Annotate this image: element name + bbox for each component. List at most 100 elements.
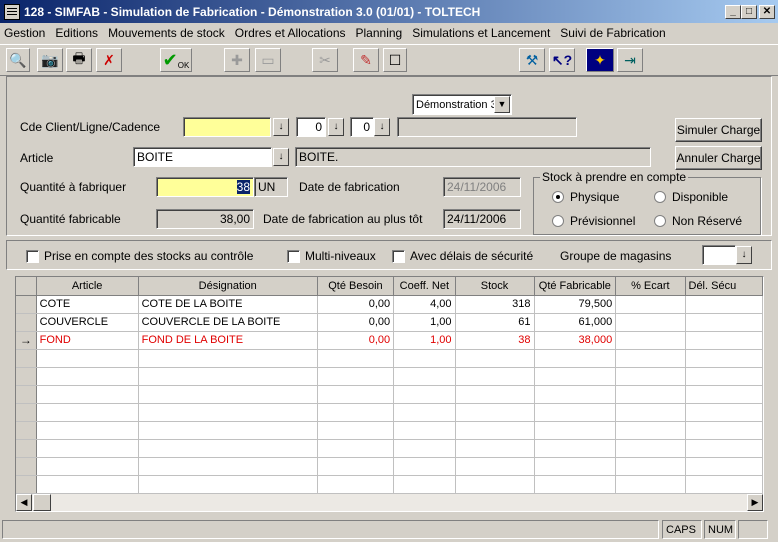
ligne-field[interactable]: 0 (296, 117, 326, 137)
table-cell[interactable] (317, 475, 395, 494)
table-cell[interactable] (36, 421, 139, 440)
table-row-empty[interactable] (16, 403, 763, 422)
table-cell[interactable]: 0,00 (317, 331, 395, 350)
menu-planning[interactable]: Planning (356, 26, 403, 40)
column-header[interactable]: % Ecart (615, 277, 686, 296)
table-cell[interactable] (138, 385, 318, 404)
qte-fab-field[interactable]: 38 (156, 177, 254, 197)
table-row-empty[interactable] (16, 439, 763, 458)
table-cell[interactable]: COTE (36, 295, 139, 314)
add-icon[interactable]: ✚ (224, 48, 250, 72)
table-cell[interactable] (138, 421, 318, 440)
column-header[interactable]: Dél. Sécu (685, 277, 763, 296)
table-cell[interactable] (685, 367, 763, 386)
camera-icon[interactable]: 📷 (37, 48, 63, 72)
menu-editions[interactable]: Editions (55, 26, 98, 40)
groupe-field[interactable] (702, 245, 736, 265)
wizard-icon[interactable]: ✦ (586, 48, 614, 72)
table-cell[interactable] (455, 403, 535, 422)
radio-physique[interactable]: Physique (552, 190, 619, 204)
column-header[interactable]: Coeff. Net (393, 277, 456, 296)
table-cell[interactable] (317, 349, 395, 368)
new-icon[interactable]: ☐ (383, 48, 407, 72)
column-header[interactable]: Stock (455, 277, 535, 296)
table-cell[interactable] (615, 367, 686, 386)
table-cell[interactable]: 1,00 (393, 313, 456, 332)
table-row-empty[interactable] (16, 349, 763, 368)
column-header[interactable]: Désignation (138, 277, 318, 296)
table-cell[interactable]: 318 (455, 295, 535, 314)
scroll-thumb[interactable] (33, 494, 51, 511)
table-cell[interactable] (534, 457, 617, 476)
table-row-empty[interactable] (16, 475, 763, 494)
table-cell[interactable] (685, 349, 763, 368)
table-cell[interactable] (138, 457, 318, 476)
radio-previsionnel[interactable]: Prévisionnel (552, 214, 635, 228)
table-cell[interactable]: 61,000 (534, 313, 617, 332)
scroll-left-icon[interactable]: ◀ (16, 494, 32, 511)
table-cell[interactable] (534, 367, 617, 386)
table-cell[interactable] (534, 385, 617, 404)
cde-client-field[interactable] (183, 117, 271, 137)
table-cell[interactable] (615, 457, 686, 476)
table-cell[interactable] (36, 367, 139, 386)
table-cell[interactable] (455, 349, 535, 368)
table-cell[interactable] (393, 457, 456, 476)
table-cell[interactable] (615, 385, 686, 404)
table-cell[interactable]: COUVERCLE DE LA BOITE (138, 313, 318, 332)
table-cell[interactable] (685, 295, 763, 314)
table-row[interactable]: COUVERCLE COUVERCLE DE LA BOITE 0,00 1,00 61… (16, 313, 763, 332)
table-cell[interactable] (534, 403, 617, 422)
printer-icon[interactable]: 🖶 (66, 48, 92, 72)
table-row-empty[interactable] (16, 367, 763, 386)
date-fab-field[interactable]: 24/11/2006 (443, 177, 521, 197)
tools-icon[interactable]: ⚒ (519, 48, 545, 72)
column-header[interactable]: Article (36, 277, 139, 296)
table-cell[interactable]: COTE DE LA BOITE (138, 295, 318, 314)
table-cell[interactable] (455, 421, 535, 440)
table-cell[interactable] (685, 439, 763, 458)
table-cell[interactable] (317, 421, 395, 440)
table-cell[interactable] (393, 349, 456, 368)
row-indicator[interactable] (16, 475, 37, 494)
check-delais[interactable]: Avec délais de sécurité (392, 249, 533, 263)
article-field[interactable]: BOITE (133, 147, 272, 167)
ligne-dropdown-icon[interactable]: ↓ (328, 118, 344, 136)
table-cell[interactable] (317, 403, 395, 422)
table-cell[interactable] (534, 475, 617, 494)
table-cell[interactable] (455, 475, 535, 494)
table-cell[interactable] (534, 349, 617, 368)
exit-icon[interactable]: ⇥ (617, 48, 643, 72)
cut-icon[interactable]: ✂ (312, 48, 338, 72)
menu-mouvements[interactable]: Mouvements de stock (108, 26, 225, 40)
table-cell[interactable] (685, 313, 763, 332)
table-row-empty[interactable] (16, 457, 763, 476)
cadence-dropdown-icon[interactable]: ↓ (374, 118, 390, 136)
maximize-button[interactable]: □ (741, 5, 757, 19)
groupe-dropdown-icon[interactable]: ↓ (736, 246, 752, 264)
scroll-right-icon[interactable]: ▶ (747, 494, 763, 511)
table-cell[interactable] (685, 457, 763, 476)
row-indicator[interactable] (16, 295, 37, 314)
table-cell[interactable] (393, 385, 456, 404)
check-prise[interactable]: Prise en compte des stocks au contrôle (26, 249, 253, 263)
cadence-field[interactable]: 0 (350, 117, 374, 137)
table-cell[interactable]: 38 (455, 331, 535, 350)
table-cell[interactable] (36, 475, 139, 494)
table-cell[interactable]: 0,00 (317, 313, 395, 332)
table-cell[interactable] (393, 367, 456, 386)
table-cell[interactable]: 4,00 (393, 295, 456, 314)
row-indicator[interactable]: → (16, 331, 37, 350)
find-icon[interactable]: 🔍 (6, 48, 30, 72)
table-cell[interactable] (455, 385, 535, 404)
row-indicator[interactable] (16, 385, 37, 404)
table-cell[interactable] (138, 439, 318, 458)
table-cell[interactable]: COUVERCLE (36, 313, 139, 332)
check-multi[interactable]: Multi-niveaux (287, 249, 376, 263)
table-cell[interactable] (36, 457, 139, 476)
row-indicator[interactable] (16, 367, 37, 386)
table-cell[interactable] (615, 331, 686, 350)
row-indicator[interactable] (16, 313, 37, 332)
table-cell[interactable] (685, 331, 763, 350)
row-indicator[interactable] (16, 439, 37, 458)
